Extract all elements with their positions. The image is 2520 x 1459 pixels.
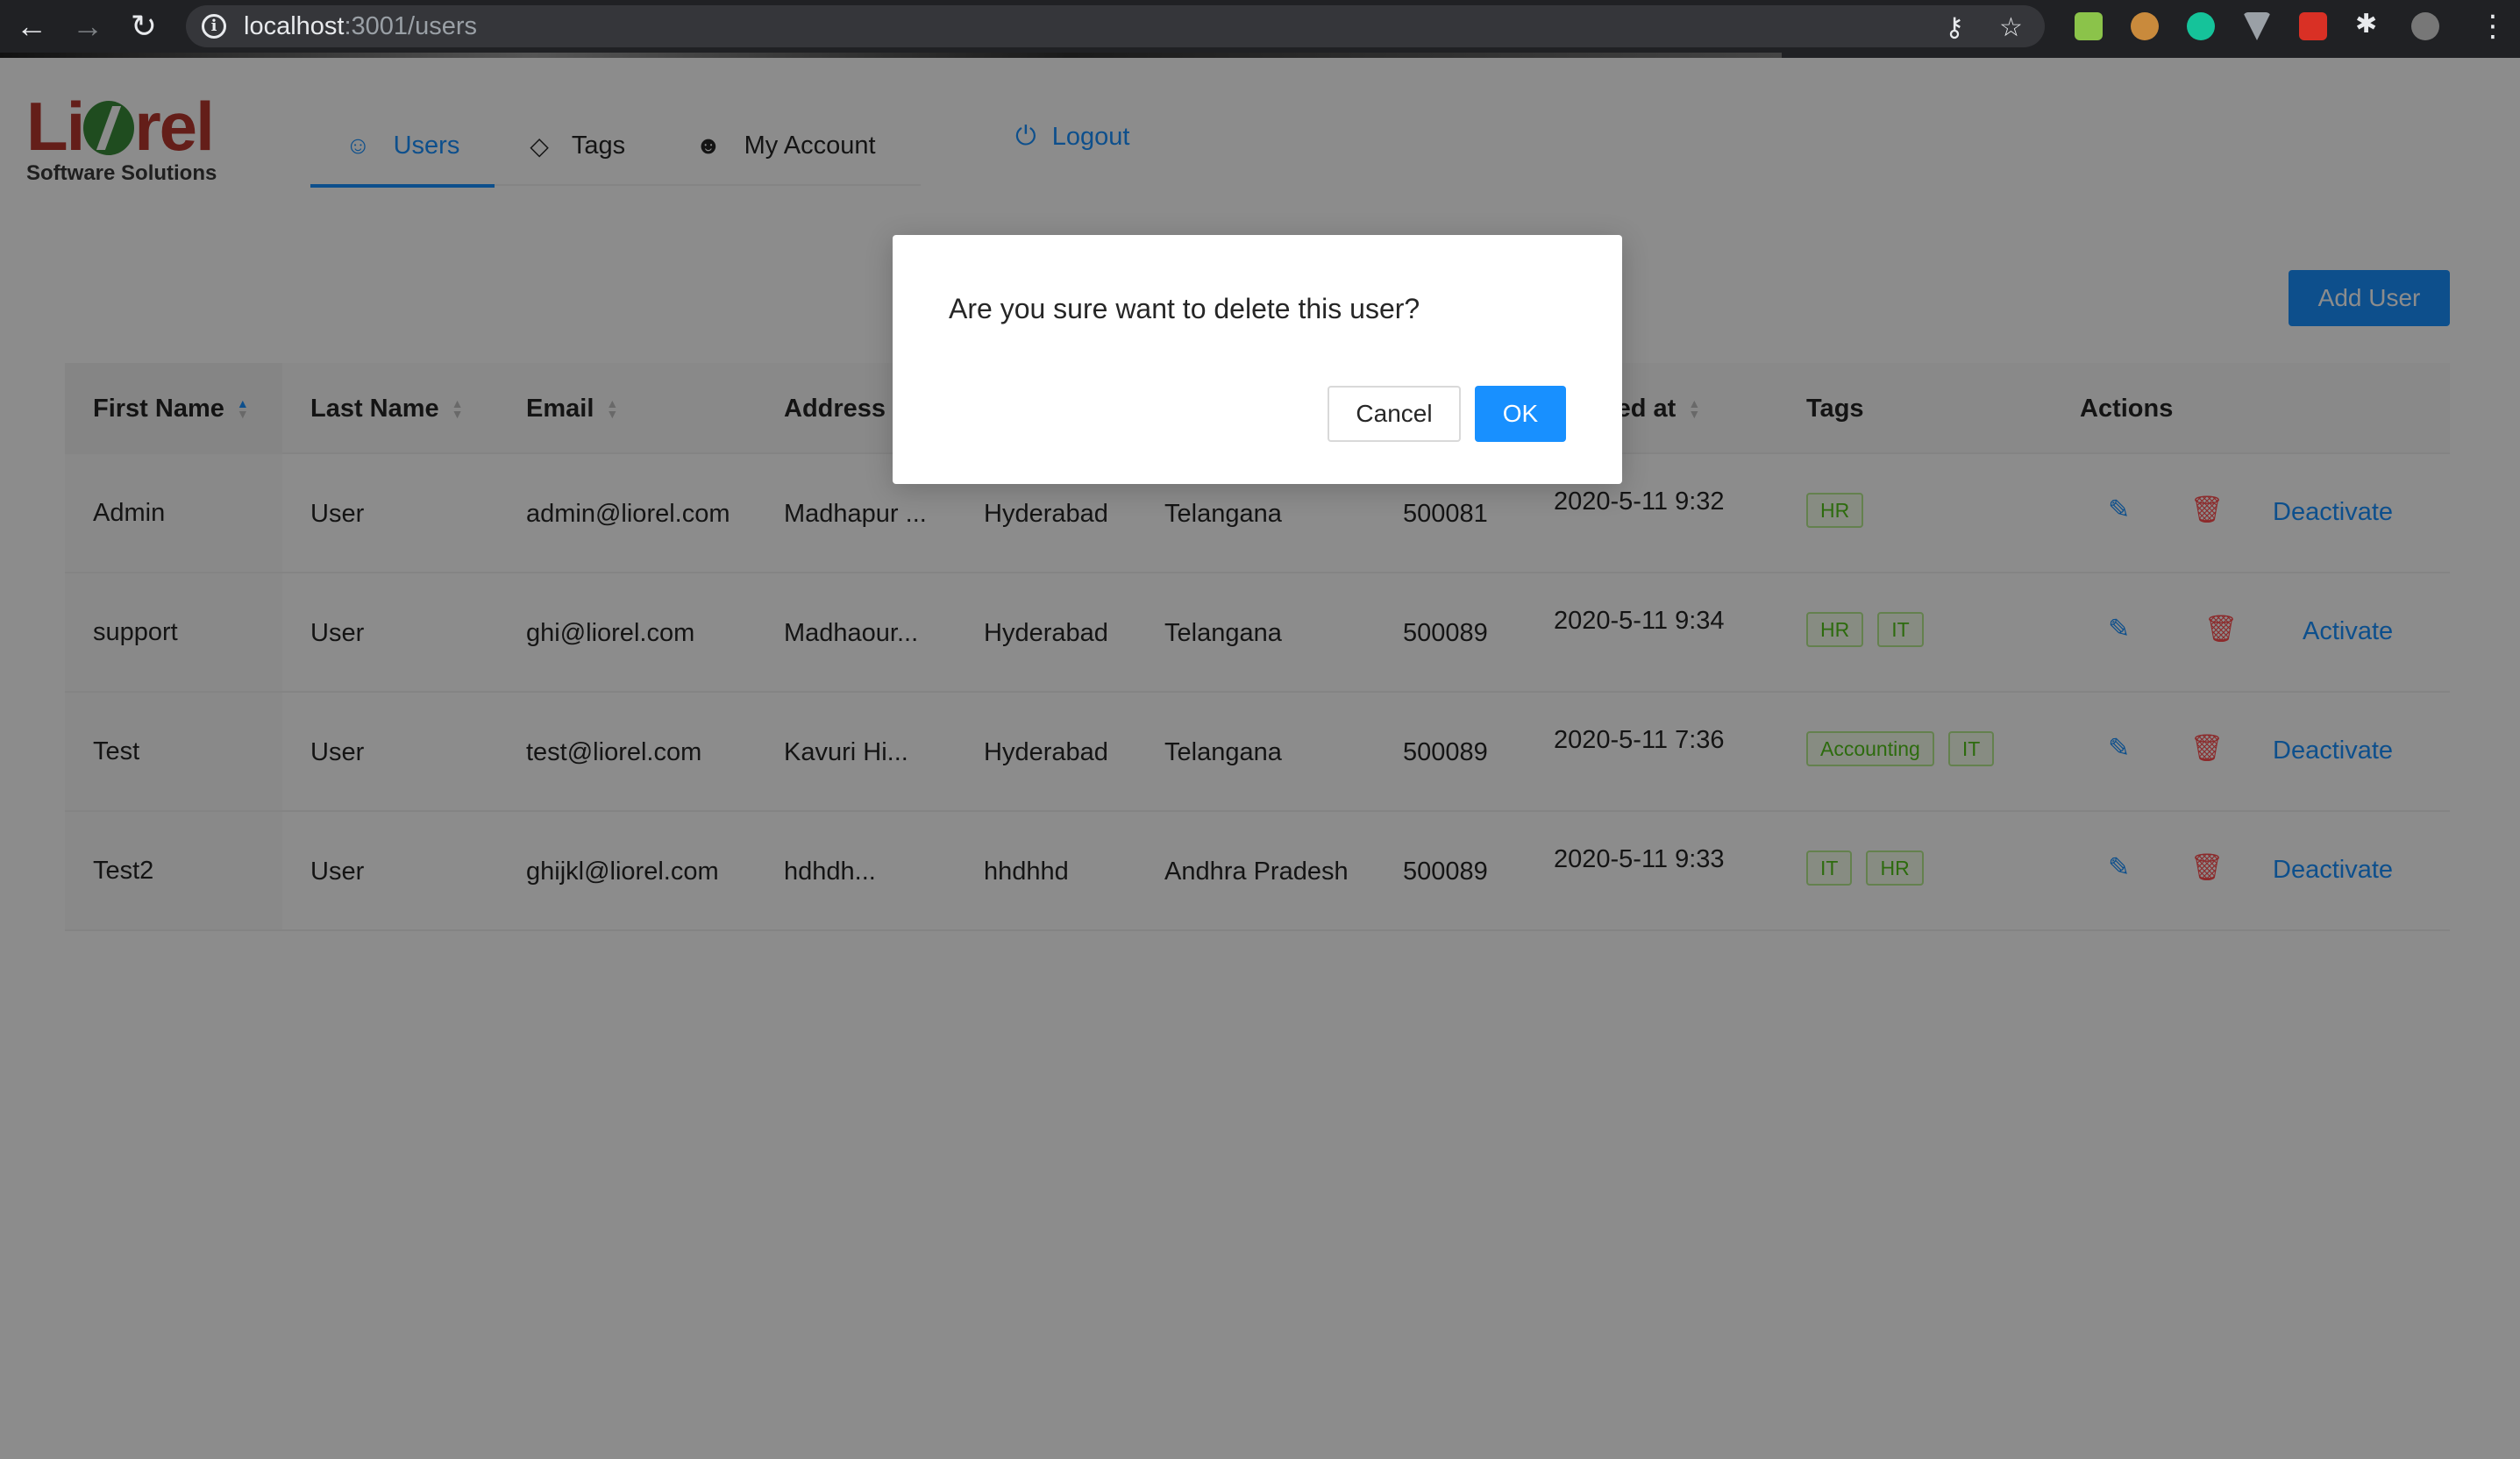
vue-extension-icon[interactable] xyxy=(2243,12,2271,40)
puzzle-icon[interactable]: ✱ xyxy=(2355,9,2383,39)
address-bar[interactable]: i localhost:3001/users ⚷ ☆ xyxy=(186,5,2045,47)
gift-extension-icon[interactable] xyxy=(2299,12,2327,40)
browser-toolbar: ← → ↻ i localhost:3001/users ⚷ ☆ ✱ ⋮ xyxy=(0,0,2520,58)
grammarly-extension-icon[interactable] xyxy=(2187,12,2215,40)
site-info-icon[interactable]: i xyxy=(202,14,226,39)
ok-button[interactable]: OK xyxy=(1475,386,1566,442)
extension-icon[interactable] xyxy=(2075,12,2103,40)
forward-icon[interactable]: → xyxy=(61,0,114,53)
profile-avatar[interactable] xyxy=(2411,12,2439,40)
cancel-button[interactable]: Cancel xyxy=(1328,386,1461,442)
confirm-delete-dialog: Are you sure want to delete this user? C… xyxy=(893,235,1622,484)
cookie-extension-icon[interactable] xyxy=(2131,12,2159,40)
key-icon[interactable]: ⚷ xyxy=(1945,12,1964,43)
star-icon[interactable]: ☆ xyxy=(1999,12,2023,43)
more-vert-icon[interactable]: ⋮ xyxy=(2478,9,2508,44)
back-icon[interactable]: ← xyxy=(5,0,58,53)
url-text: localhost:3001/users xyxy=(244,12,478,40)
dialog-question: Are you sure want to delete this user? xyxy=(949,293,1420,324)
reload-icon[interactable]: ↻ xyxy=(117,0,170,53)
